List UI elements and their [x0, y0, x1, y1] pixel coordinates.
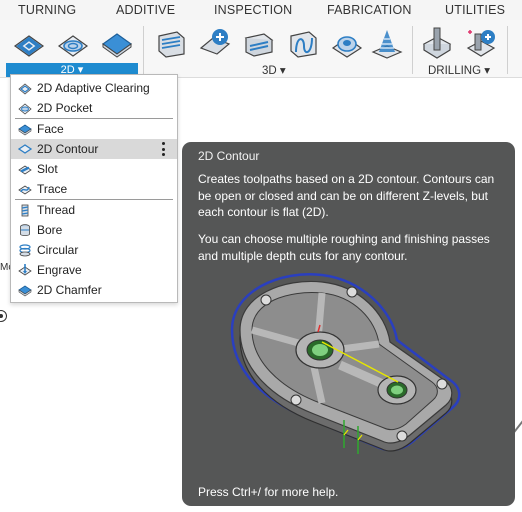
- pocket-tool-icon[interactable]: [56, 26, 90, 60]
- menu-item-label: Bore: [37, 223, 63, 237]
- bore-icon: [17, 222, 33, 238]
- menu-item-label: 2D Chamfer: [37, 283, 102, 297]
- menu-item-label: 2D Pocket: [37, 101, 93, 115]
- adaptive-3d-tool-icon[interactable]: [154, 26, 188, 60]
- menu-item-engrave[interactable]: Engrave: [11, 260, 177, 280]
- menu-item-label: Face: [37, 122, 64, 136]
- engrave-icon: [17, 262, 33, 278]
- tooltip-title: 2D Contour: [198, 149, 260, 163]
- menu-item-2d-adaptive-clearing[interactable]: 2D Adaptive Clearing: [11, 78, 177, 98]
- tooltip-2d-contour: 2D Contour Creates toolpaths based on a …: [182, 142, 515, 506]
- contour-part-illustration: [230, 273, 461, 454]
- drill-tool-icon[interactable]: [420, 26, 454, 60]
- slot-icon: [17, 161, 33, 177]
- toolbar: 2D ▾ 3D ▾ DRILLING ▾: [0, 20, 522, 78]
- menu-item-2d-contour[interactable]: 2D Contour: [11, 139, 177, 159]
- tab-additive[interactable]: ADDITIVE: [116, 3, 175, 17]
- spiral-3d-tool-icon[interactable]: [370, 26, 404, 60]
- tab-utilities[interactable]: UTILITIES: [445, 3, 505, 17]
- radial-3d-tool-icon[interactable]: [330, 26, 364, 60]
- menu-item-2d-chamfer[interactable]: 2D Chamfer: [11, 280, 177, 300]
- group-drilling-dropdown[interactable]: DRILLING ▾: [428, 63, 490, 77]
- menu-item-label: 2D Adaptive Clearing: [37, 81, 150, 95]
- menu-item-face[interactable]: Face: [11, 119, 177, 139]
- more-options-icon[interactable]: [161, 142, 165, 156]
- menu-item-label: 2D Contour: [37, 142, 99, 156]
- menu-item-label: Engrave: [37, 263, 82, 277]
- chamfer-icon: [17, 282, 33, 298]
- contour-icon: [17, 141, 33, 157]
- menu-item-circular[interactable]: Circular: [11, 240, 177, 260]
- group-3d-dropdown[interactable]: 3D ▾: [262, 63, 286, 77]
- tooltip-description: Creates toolpaths based on a 2D contour.…: [198, 172, 495, 219]
- contour-3d-tool-icon[interactable]: [286, 26, 320, 60]
- parallel-3d-tool-icon[interactable]: [242, 26, 276, 60]
- adaptive-clearing-tool-icon[interactable]: [12, 26, 46, 60]
- tooltip-help-hint: Press Ctrl+/ for more help.: [198, 485, 339, 499]
- menu-item-thread[interactable]: Thread: [11, 200, 177, 220]
- 2d-dropdown-menu: 2D Adaptive Clearing 2D Pocket Face 2D C…: [10, 74, 178, 303]
- menu-item-label: Slot: [37, 162, 58, 176]
- thread-icon: [17, 202, 33, 218]
- menu-item-label: Circular: [37, 243, 79, 257]
- menu-item-trace[interactable]: Trace: [11, 179, 177, 199]
- hole-recognition-tool-icon[interactable]: [464, 26, 498, 60]
- menu-item-label: Thread: [37, 203, 76, 217]
- adaptive-clearing-icon: [17, 80, 33, 96]
- tab-fabrication[interactable]: FABRICATION: [327, 3, 412, 17]
- pocket-icon: [17, 100, 33, 116]
- tab-turning[interactable]: TURNING: [18, 3, 76, 17]
- trace-icon: [17, 181, 33, 197]
- ribbon-tabs: TURNING ADDITIVE INSPECTION FABRICATION …: [0, 0, 522, 20]
- pocket-3d-tool-icon[interactable]: [198, 26, 232, 60]
- face-tool-icon[interactable]: [100, 26, 134, 60]
- tooltip-description-2: You can choose multiple roughing and fin…: [198, 232, 490, 263]
- face-icon: [17, 121, 33, 137]
- tab-inspection[interactable]: INSPECTION: [214, 3, 292, 17]
- menu-item-bore[interactable]: Bore: [11, 220, 177, 240]
- menu-item-2d-pocket[interactable]: 2D Pocket: [11, 98, 177, 118]
- menu-item-label: Trace: [37, 182, 68, 196]
- menu-item-slot[interactable]: Slot: [11, 159, 177, 179]
- circular-icon: [17, 242, 33, 258]
